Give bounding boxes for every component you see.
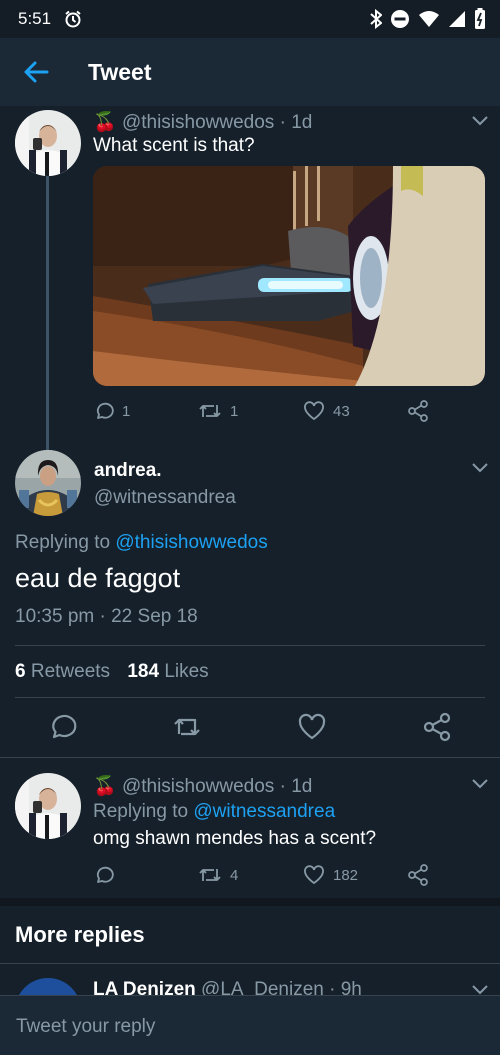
- tweet-timestamp: 10:35 pm · 22 Sep 18: [15, 606, 198, 627]
- reply-icon: [96, 402, 114, 419]
- parent-tweet-actions: 1 1 43: [0, 398, 500, 424]
- reply-action[interactable]: 1: [94, 401, 130, 421]
- divider: [0, 757, 500, 758]
- like-action[interactable]: 43: [303, 401, 350, 421]
- cherry-emoji: 🍒: [93, 776, 117, 797]
- reply-header: 🍒 @thisishowwedos · 1d: [93, 774, 312, 798]
- cherry-emoji: 🍒: [93, 112, 117, 133]
- likes-count: 184: [127, 661, 160, 682]
- reply-replying-to: Replying to @witnessandrea: [93, 801, 335, 823]
- reply-icon: [96, 866, 114, 883]
- chevron-down-icon[interactable]: [471, 115, 489, 127]
- tweet-header: 🍒 @thisishowwedos · 1d: [93, 110, 312, 134]
- likes-label: Likes: [164, 661, 209, 682]
- reply-count: 1: [122, 402, 131, 420]
- heart-icon: [304, 401, 324, 421]
- replying-to-label: Replying to: [15, 532, 111, 553]
- back-button[interactable]: [0, 38, 72, 106]
- replying-to-line: Replying to @thisishowwedos: [15, 532, 268, 554]
- reply-icon[interactable]: [48, 712, 78, 742]
- share-action[interactable]: [407, 400, 429, 422]
- share-action[interactable]: [407, 864, 429, 886]
- divider: [15, 645, 485, 646]
- tweet-time: · 1d: [279, 112, 313, 133]
- arrow-left-icon: [24, 61, 49, 83]
- wifi-icon: [419, 11, 439, 27]
- compose-placeholder[interactable]: Tweet your reply: [16, 1016, 155, 1038]
- divider: [0, 963, 500, 964]
- reply-action[interactable]: [94, 865, 114, 885]
- reply-tweet-actions: 4 182: [0, 862, 500, 888]
- likes-stat[interactable]: 184 Likes: [127, 661, 208, 682]
- avatar-thisishowwedos[interactable]: [15, 110, 81, 176]
- retweet-action[interactable]: 4: [198, 865, 238, 885]
- do-not-disturb-icon: [391, 10, 409, 28]
- share-icon[interactable]: [422, 712, 452, 742]
- author-name[interactable]: andrea.: [94, 460, 162, 482]
- main-tweet-text: eau de faggot: [15, 563, 181, 593]
- like-count: 182: [333, 866, 359, 884]
- retweet-action[interactable]: 1: [198, 401, 238, 421]
- more-replies-heading: More replies: [15, 922, 145, 947]
- heart-icon: [304, 865, 324, 885]
- page-title: Tweet: [88, 58, 152, 85]
- tweet-handle[interactable]: @thisishowwedos: [122, 112, 274, 133]
- retweet-icon[interactable]: [172, 712, 202, 742]
- retweet-count: 1: [230, 402, 239, 420]
- like-count: 43: [333, 402, 350, 420]
- retweet-count: 4: [230, 866, 239, 884]
- section-separator: [0, 898, 500, 906]
- alarm-icon: [65, 10, 81, 28]
- divider: [15, 697, 485, 698]
- retweets-label: Retweets: [30, 661, 111, 682]
- tweet-photo[interactable]: [93, 166, 485, 386]
- heart-icon[interactable]: [297, 712, 327, 742]
- status-bar: 5:51: [0, 0, 500, 38]
- avatar-witnessandrea[interactable]: [15, 450, 81, 516]
- replying-to-link[interactable]: @thisishowwedos: [115, 532, 267, 553]
- share-icon: [408, 400, 428, 422]
- engagement-stats: 6 Retweets 184 Likes: [15, 661, 209, 683]
- battery-icon: [475, 8, 485, 29]
- replying-to-link[interactable]: @witnessandrea: [193, 801, 335, 822]
- replying-to-label: Replying to: [93, 801, 189, 822]
- reply-text: omg shawn mendes has a scent?: [93, 828, 377, 849]
- tweet-text: What scent is that?: [93, 135, 255, 156]
- app-bar: Tweet: [0, 38, 500, 106]
- signal-icon: [449, 11, 465, 27]
- reply-handle[interactable]: @thisishowwedos: [122, 776, 274, 797]
- compose-reply-bar[interactable]: Tweet your reply: [0, 995, 500, 1055]
- like-action[interactable]: 182: [303, 865, 358, 885]
- retweets-stat[interactable]: 6 Retweets: [15, 661, 110, 682]
- chevron-down-icon[interactable]: [471, 462, 489, 474]
- bluetooth-icon: [370, 9, 382, 29]
- reply-time: · 1d: [279, 776, 313, 797]
- chevron-down-icon[interactable]: [471, 778, 489, 790]
- author-handle[interactable]: @witnessandrea: [94, 487, 236, 509]
- retweet-icon: [199, 869, 221, 881]
- share-icon: [408, 864, 428, 886]
- retweet-icon: [199, 405, 221, 417]
- retweets-count: 6: [15, 661, 26, 682]
- status-time: 5:51: [18, 9, 52, 28]
- avatar-thisishowwedos[interactable]: [15, 773, 81, 839]
